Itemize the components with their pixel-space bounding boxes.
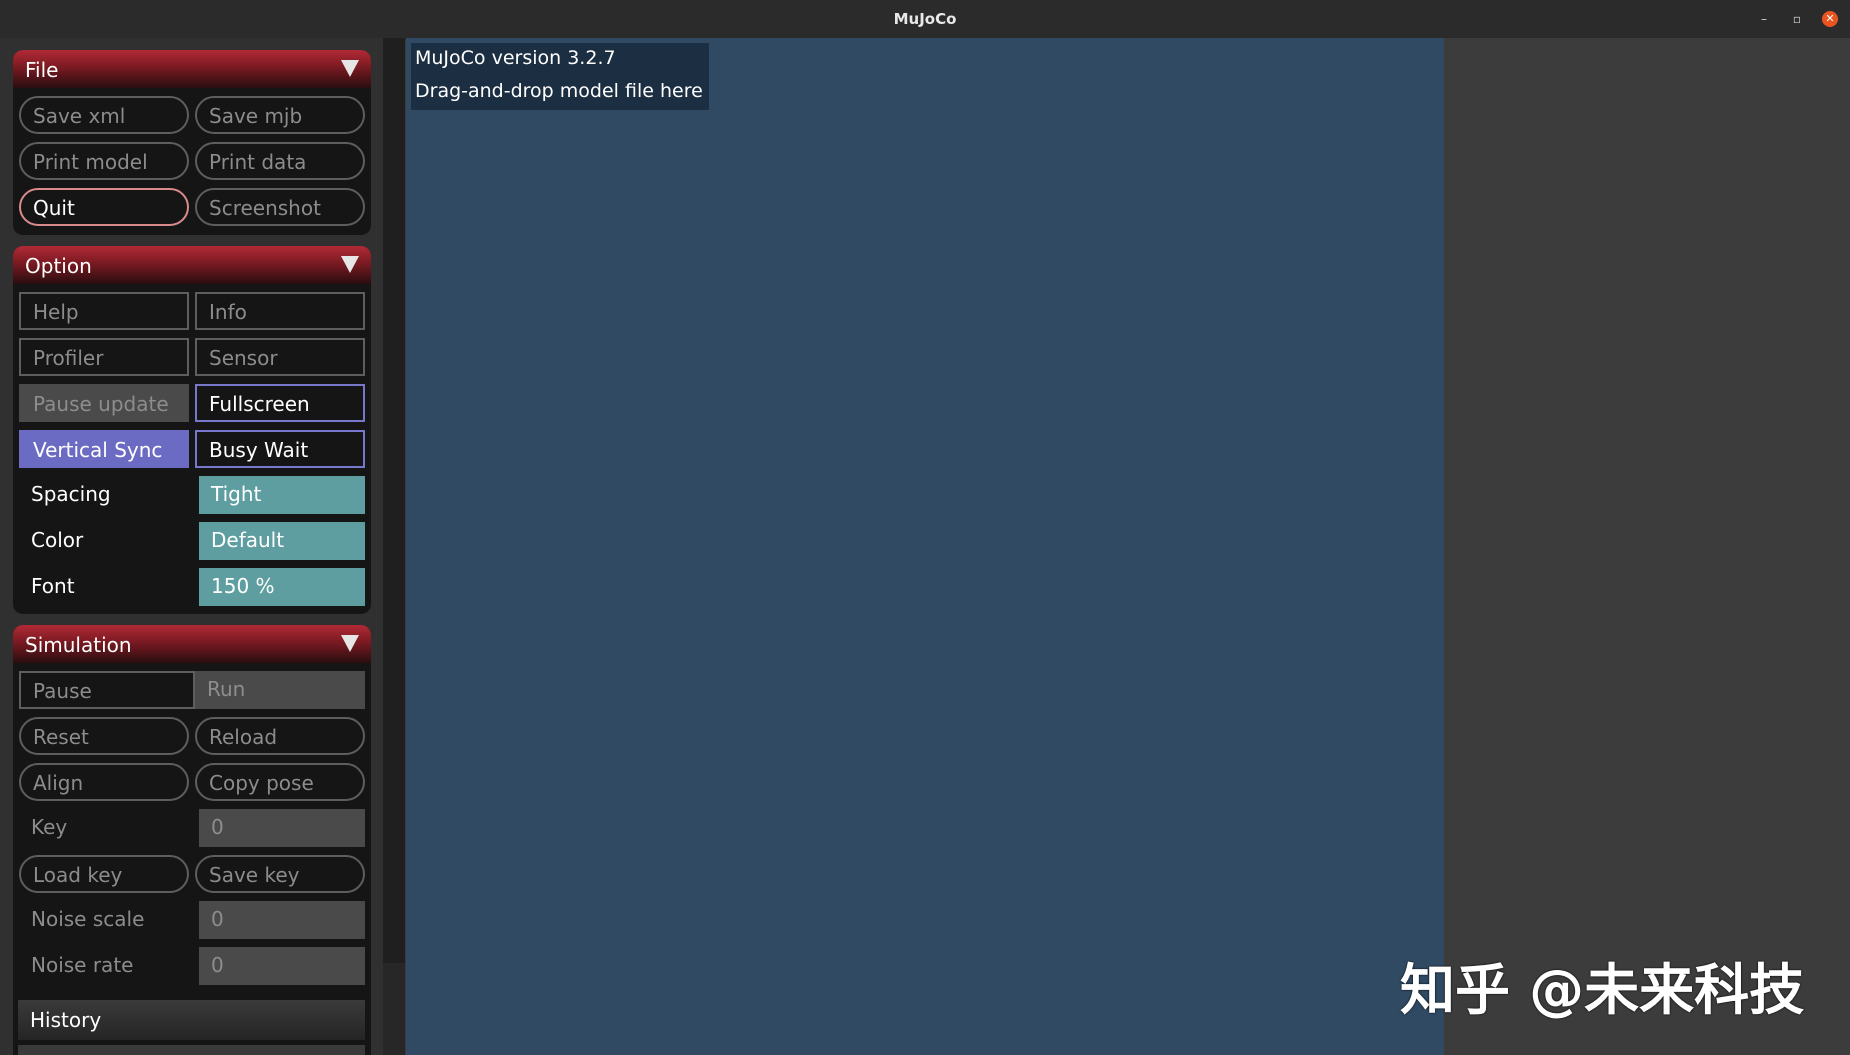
collapse-triangle-icon[interactable] xyxy=(341,635,359,652)
viewport-info-overlay: MuJoCo version 3.2.7 Drag-and-drop model… xyxy=(411,43,709,110)
print-model-button[interactable]: Print model xyxy=(19,142,189,180)
sensor-toggle[interactable]: Sensor xyxy=(195,338,365,376)
simulation-section-header[interactable]: Simulation xyxy=(13,625,371,663)
scrollbar-thumb[interactable] xyxy=(383,38,405,963)
window-title: MuJoCo xyxy=(893,10,957,28)
color-label: Color xyxy=(31,528,84,552)
font-select[interactable]: 150 % xyxy=(199,568,365,606)
noise-rate-slider[interactable]: 0 xyxy=(199,947,365,985)
save-mjb-button[interactable]: Save mjb xyxy=(195,96,365,134)
noise-scale-slider[interactable]: 0 xyxy=(199,901,365,939)
run-radio[interactable]: Run xyxy=(195,671,365,709)
file-section-header[interactable]: File xyxy=(13,50,371,88)
minimize-icon[interactable]: – xyxy=(1756,11,1772,27)
fullscreen-toggle[interactable]: Fullscreen xyxy=(195,384,365,422)
history-title: History xyxy=(30,1008,102,1032)
file-section-title: File xyxy=(25,58,59,82)
key-label: Key xyxy=(31,815,68,839)
watermark-text: 知乎 @未来科技 xyxy=(1400,958,1805,1022)
left-panel-scrollbar[interactable] xyxy=(383,38,405,1055)
font-label: Font xyxy=(31,574,75,598)
option-section-header[interactable]: Option xyxy=(13,246,371,284)
simulation-section-title: Simulation xyxy=(25,633,132,657)
copy-pose-button[interactable]: Copy pose xyxy=(195,763,365,801)
version-text: MuJoCo version 3.2.7 xyxy=(415,47,616,69)
title-bar: MuJoCo – ▫ ✕ xyxy=(0,0,1850,39)
save-key-button[interactable]: Save key xyxy=(195,855,365,893)
profiler-toggle[interactable]: Profiler xyxy=(19,338,189,376)
close-icon[interactable]: ✕ xyxy=(1822,11,1838,27)
reset-button[interactable]: Reset xyxy=(19,717,189,755)
history-header[interactable]: History xyxy=(18,1000,365,1040)
align-button[interactable]: Align xyxy=(19,763,189,801)
render-viewport[interactable] xyxy=(406,38,1444,1055)
spacing-label: Spacing xyxy=(31,482,111,506)
vertical-sync-toggle[interactable]: Vertical Sync xyxy=(19,430,189,468)
noise-scale-label: Noise scale xyxy=(31,907,145,931)
load-key-button[interactable]: Load key xyxy=(19,855,189,893)
collapse-triangle-icon[interactable] xyxy=(341,256,359,273)
key-slider[interactable]: 0 xyxy=(199,809,365,847)
quit-button[interactable]: Quit xyxy=(19,188,189,226)
screenshot-button[interactable]: Screenshot xyxy=(195,188,365,226)
collapse-triangle-icon[interactable] xyxy=(341,60,359,77)
pause-radio[interactable]: Pause xyxy=(19,671,195,709)
pause-update-toggle[interactable]: Pause update xyxy=(19,384,189,422)
reload-button[interactable]: Reload xyxy=(195,717,365,755)
right-panel xyxy=(1444,38,1850,1055)
history-panel xyxy=(18,1045,365,1055)
save-xml-button[interactable]: Save xml xyxy=(19,96,189,134)
maximize-icon[interactable]: ▫ xyxy=(1789,11,1805,27)
option-section-title: Option xyxy=(25,254,92,278)
help-toggle[interactable]: Help xyxy=(19,292,189,330)
file-section: File Save xml Save mjb Print model Print… xyxy=(13,50,371,235)
drop-hint-text: Drag-and-drop model file here xyxy=(415,80,703,102)
simulation-section: Simulation Pause Run Reset Reload Align … xyxy=(13,625,371,1055)
noise-rate-label: Noise rate xyxy=(31,953,134,977)
color-select[interactable]: Default xyxy=(199,522,365,560)
print-data-button[interactable]: Print data xyxy=(195,142,365,180)
busy-wait-toggle[interactable]: Busy Wait xyxy=(195,430,365,468)
option-section: Option Help Info Profiler Sensor Pause u… xyxy=(13,246,371,614)
info-toggle[interactable]: Info xyxy=(195,292,365,330)
spacing-select[interactable]: Tight xyxy=(199,476,365,514)
